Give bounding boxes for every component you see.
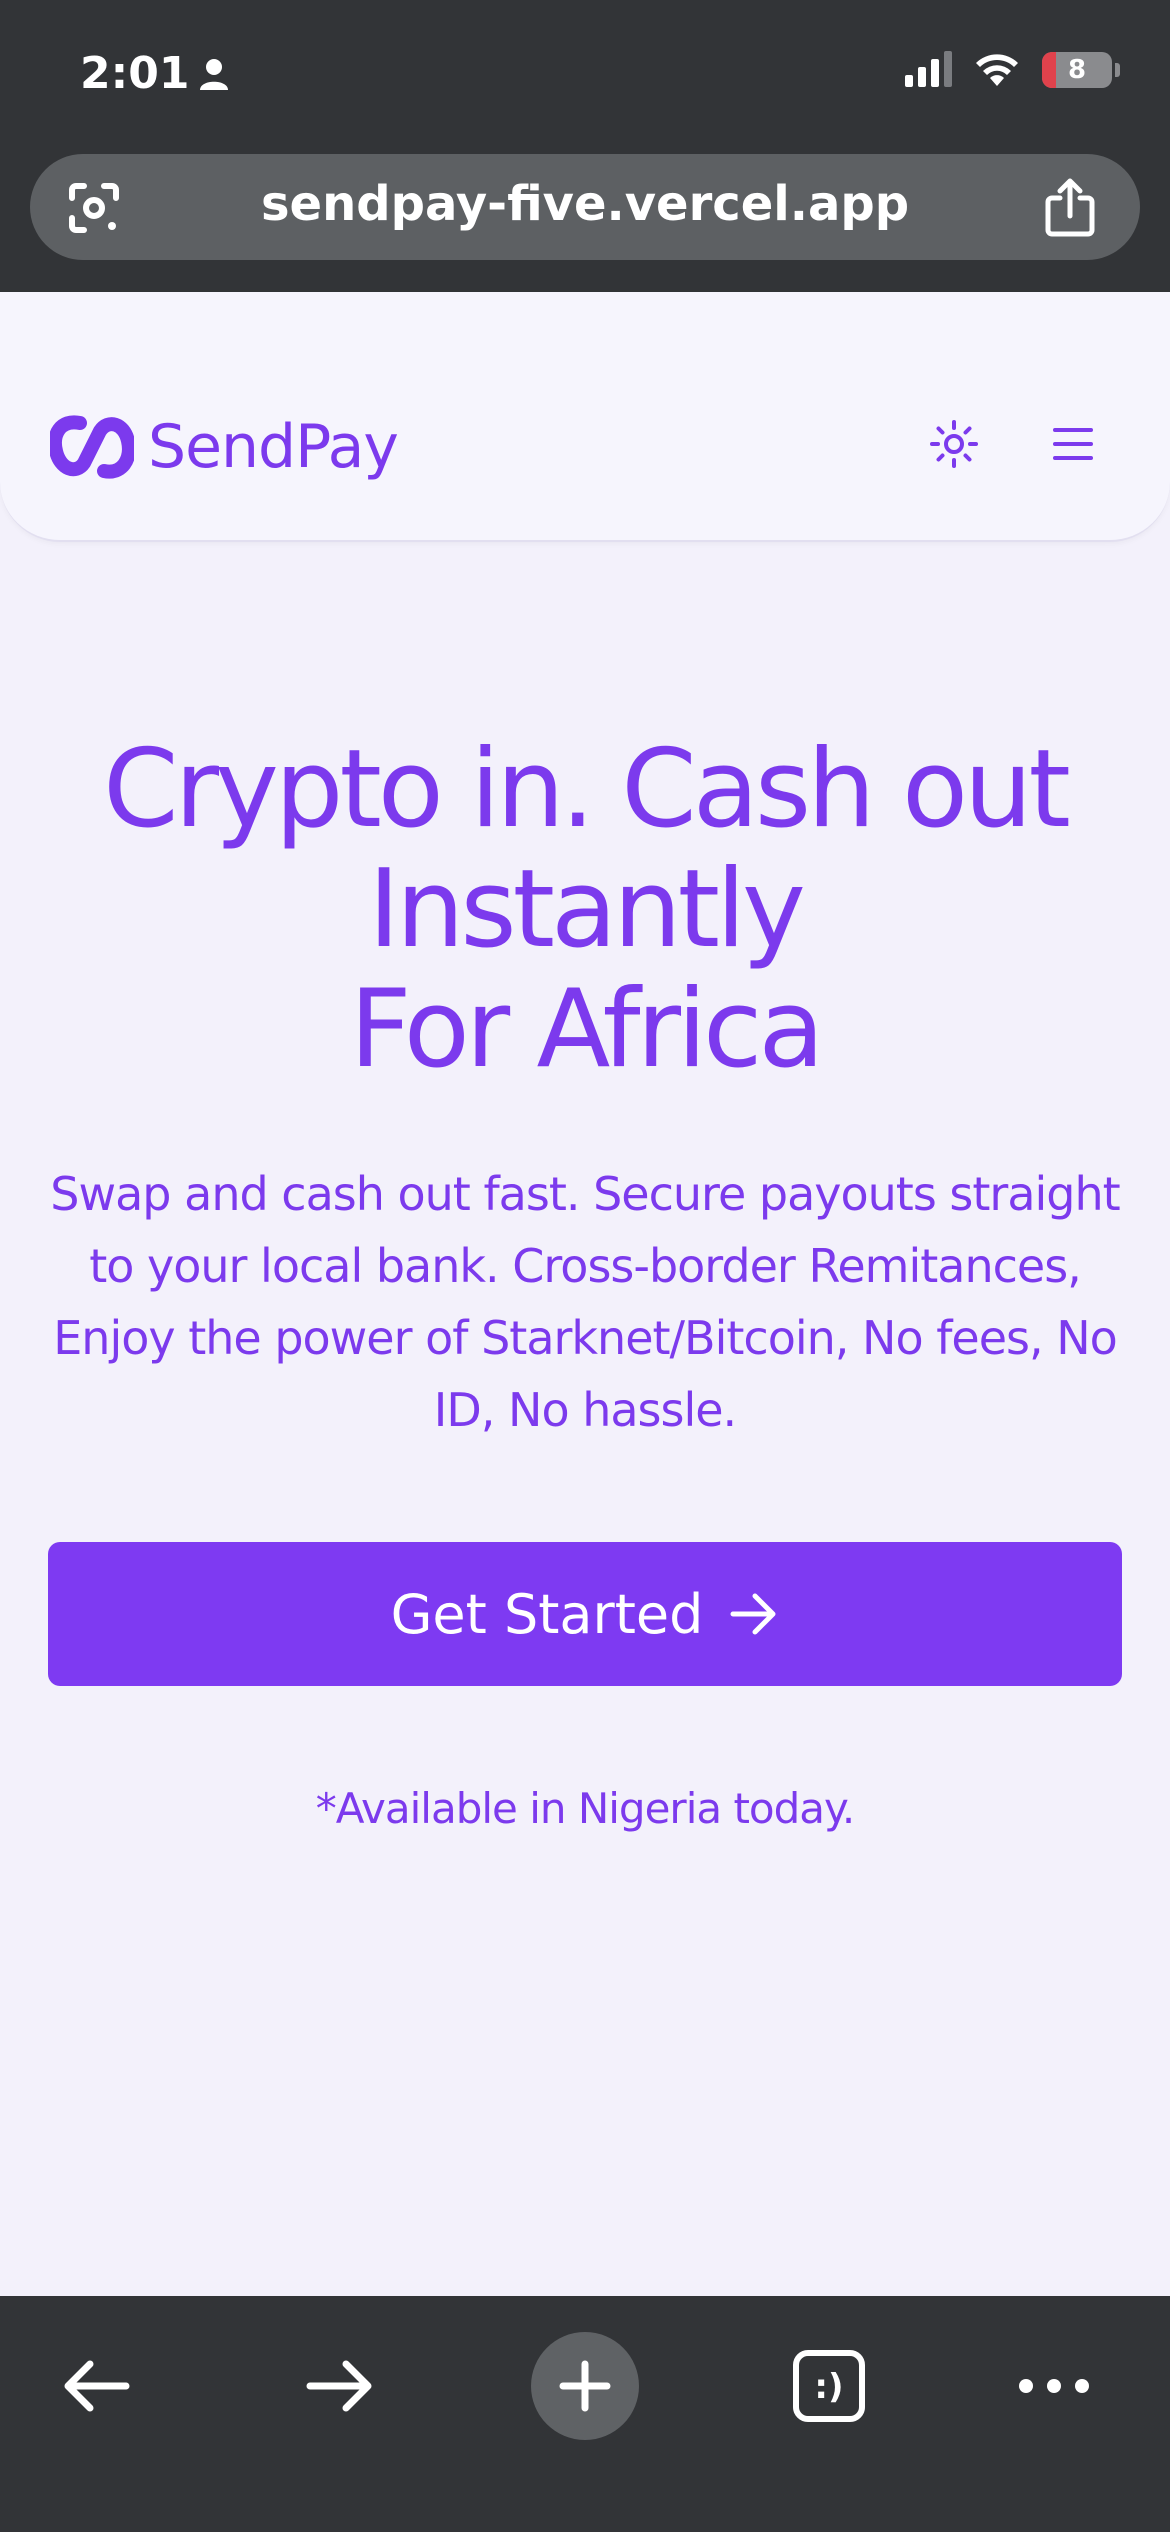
browser-top-chrome: 2:01 8 sendpay-five.vercel.app <box>0 0 1170 292</box>
hero-title-line: Instantly <box>368 847 806 972</box>
signal-icon <box>905 51 952 87</box>
get-started-label: Get Started <box>390 1582 704 1646</box>
back-icon <box>64 2360 130 2412</box>
forward-icon <box>306 2360 372 2412</box>
svg-text::): :) <box>814 2367 843 2407</box>
sendpay-logo-icon <box>50 415 134 479</box>
battery-level: 8 <box>1067 55 1087 85</box>
forward-button[interactable] <box>286 2332 394 2440</box>
hero-title-line: For Africa <box>349 967 824 1092</box>
browser-bottom-toolbar: :) <box>0 2296 1170 2532</box>
status-indicators: 8 <box>905 51 1120 88</box>
more-icon <box>1019 2379 1089 2393</box>
hero-title-line: Crypto in. Cash out <box>103 727 1071 852</box>
brand-logo[interactable]: SendPay <box>50 412 399 482</box>
address-bar[interactable]: sendpay-five.vercel.app <box>30 154 1140 260</box>
status-time: 2:01 <box>80 48 229 99</box>
wifi-icon <box>976 54 1018 86</box>
arrow-right-icon <box>730 1593 776 1635</box>
hero-title: Crypto in. Cash out Instantly For Africa <box>0 730 1170 1090</box>
new-tab-icon <box>559 2360 611 2412</box>
person-icon <box>200 58 229 90</box>
brand-name: SendPay <box>148 412 399 482</box>
tabs-icon: :) <box>793 2350 865 2422</box>
status-time-text: 2:01 <box>80 48 190 99</box>
availability-note: *Available in Nigeria today. <box>315 1784 856 1833</box>
more-button[interactable] <box>1000 2332 1108 2440</box>
hero-subtitle: Swap and cash out fast. Secure payouts s… <box>50 1167 1120 1437</box>
share-icon[interactable] <box>1040 176 1100 238</box>
menu-icon[interactable] <box>1052 426 1094 462</box>
new-tab-button[interactable] <box>531 2332 639 2440</box>
get-started-button[interactable]: Get Started <box>48 1542 1122 1686</box>
tabs-button[interactable]: :) <box>775 2332 883 2440</box>
url-text[interactable]: sendpay-five.vercel.app <box>30 176 1140 232</box>
sun-icon[interactable] <box>930 420 978 468</box>
back-button[interactable] <box>42 2332 150 2440</box>
battery-icon: 8 <box>1042 52 1112 88</box>
site-navbar: SendPay <box>0 292 1170 542</box>
